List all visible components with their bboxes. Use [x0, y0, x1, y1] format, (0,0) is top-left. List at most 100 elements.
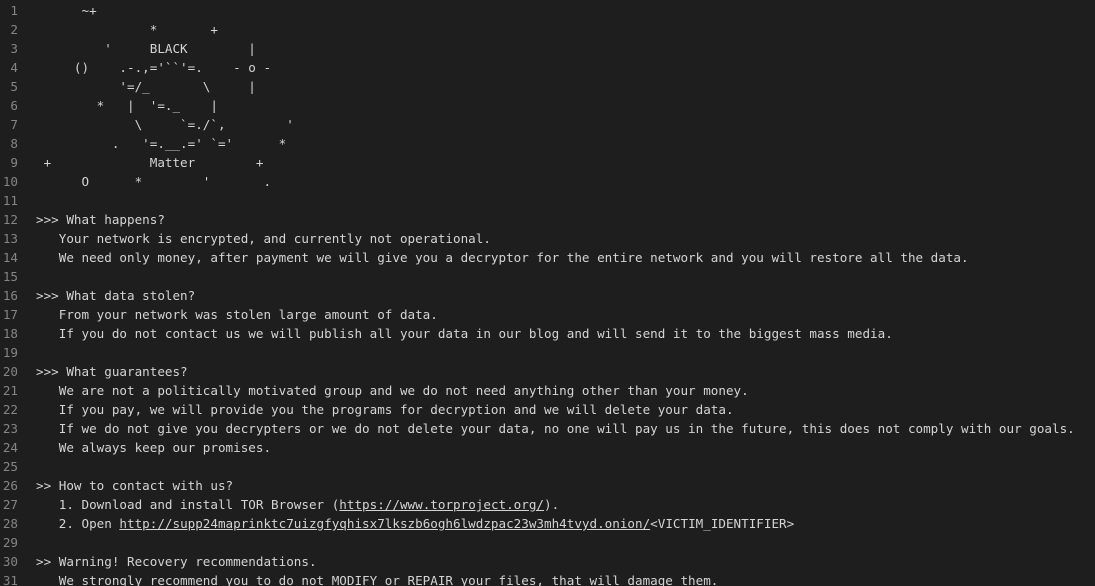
line-number: 27 — [2, 497, 18, 512]
url-link[interactable]: http://supp24maprinktc7uizgfyqhisx7lkszb… — [119, 516, 650, 531]
line-number: 2 — [10, 22, 18, 37]
editor-line: 8 . '=.__.=' `=' * — [0, 134, 1095, 153]
line-text: ' BLACK | — [36, 39, 256, 58]
line-text: * | '=._ | — [36, 96, 218, 115]
line-text: () .-.,='``'=. - o - — [36, 58, 271, 77]
line-number: 25 — [2, 459, 18, 474]
line-number: 29 — [2, 535, 18, 550]
line-number: 10 — [2, 174, 18, 189]
text-segment: We always keep our promises. — [36, 440, 272, 455]
editor-line: 16 >>> What data stolen? — [0, 286, 1095, 305]
line-number: 18 — [2, 326, 18, 341]
line-number: 21 — [2, 383, 18, 398]
editor-line: 17 From your network was stolen large am… — [0, 305, 1095, 324]
editor-line: 30 >> Warning! Recovery recommendations. — [0, 552, 1095, 571]
editor-line: 7 \ `=./`, ' — [0, 115, 1095, 134]
text-segment: >>> What data stolen? — [36, 288, 196, 303]
line-number: 11 — [2, 193, 18, 208]
editor-line: 27 1. Download and install TOR Browser (… — [0, 495, 1095, 514]
text-segment: If you do not contact us we will publish… — [36, 326, 893, 341]
line-number: 22 — [2, 402, 18, 417]
editor-line: 25 — [0, 457, 1095, 476]
line-text: If you do not contact us we will publish… — [36, 324, 893, 343]
line-text: 1. Download and install TOR Browser (htt… — [36, 495, 559, 514]
text-segment: * | '=._ | — [36, 98, 218, 113]
text-segment: ' BLACK | — [36, 41, 256, 56]
line-number: 20 — [2, 364, 18, 379]
line-text: We strongly recommend you to do not MODI… — [36, 571, 719, 586]
url-link[interactable]: https://www.torproject.org/ — [339, 497, 544, 512]
editor-line: 18 If you do not contact us we will publ… — [0, 324, 1095, 343]
text-segment: >>> What happens? — [36, 212, 165, 227]
text-segment: Your network is encrypted, and currently… — [36, 231, 491, 246]
line-number: 30 — [2, 554, 18, 569]
line-text: '=/_ \ | — [36, 77, 256, 96]
line-text: We always keep our promises. — [36, 438, 271, 457]
editor-line: 28 2. Open http://supp24maprinktc7uizgfy… — [0, 514, 1095, 533]
line-text: If we do not give you decrypters or we d… — [36, 419, 1075, 438]
editor-line: 3 ' BLACK | — [0, 39, 1095, 58]
editor-line: 13 Your network is encrypted, and curren… — [0, 229, 1095, 248]
line-text: If you pay, we will provide you the prog… — [36, 400, 734, 419]
text-segment: If you pay, we will provide you the prog… — [36, 402, 734, 417]
line-number: 14 — [2, 250, 18, 265]
editor-line: 23 If we do not give you decrypters or w… — [0, 419, 1095, 438]
text-segment: >> How to contact with us? — [36, 478, 234, 493]
text-segment: <VICTIM_IDENTIFIER> — [650, 516, 795, 531]
text-segment: We need only money, after payment we wil… — [36, 250, 969, 265]
line-text: We need only money, after payment we wil… — [36, 248, 969, 267]
line-number: 7 — [10, 117, 18, 132]
text-segment: '=/_ \ | — [36, 79, 256, 94]
line-number: 16 — [2, 288, 18, 303]
line-text: * + — [36, 20, 218, 39]
editor-line: 22 If you pay, we will provide you the p… — [0, 400, 1095, 419]
line-number: 31 — [2, 573, 18, 586]
line-number: 4 — [10, 60, 18, 75]
line-number: 26 — [2, 478, 18, 493]
editor-line: 20 >>> What guarantees? — [0, 362, 1095, 381]
line-number: 24 — [2, 440, 18, 455]
editor-line: 9 + Matter + — [0, 153, 1095, 172]
text-segment: . '=.__.=' `=' * — [36, 136, 287, 151]
text-editor[interactable]: 1 ~+ 2 * +3 ' BLACK | 4 () .-.,='``'=. - o… — [0, 0, 1095, 586]
line-text: \ `=./`, ' — [36, 115, 294, 134]
line-text: >> Warning! Recovery recommendations. — [36, 552, 317, 571]
line-number: 9 — [10, 155, 18, 170]
line-text: Your network is encrypted, and currently… — [36, 229, 491, 248]
editor-line: 31 We strongly recommend you to do not M… — [0, 571, 1095, 586]
text-segment: ~+ — [36, 3, 97, 18]
editor-line: 26 >> How to contact with us? — [0, 476, 1095, 495]
editor-line: 14 We need only money, after payment we … — [0, 248, 1095, 267]
line-number: 23 — [2, 421, 18, 436]
line-number: 17 — [2, 307, 18, 322]
editor-line: 10 O * ' . — [0, 172, 1095, 191]
line-text: O * ' . — [36, 172, 271, 191]
editor-line: 29 — [0, 533, 1095, 552]
text-segment: 1. Download and install TOR Browser ( — [36, 497, 340, 512]
text-segment: 2. Open — [36, 516, 120, 531]
line-text: >>> What data stolen? — [36, 286, 195, 305]
text-segment: We strongly recommend you to do not MODI… — [36, 573, 719, 586]
line-number: 15 — [2, 269, 18, 284]
line-text: We are not a politically motivated group… — [36, 381, 749, 400]
editor-line: 4 () .-.,='``'=. - o - — [0, 58, 1095, 77]
text-segment: We are not a politically motivated group… — [36, 383, 749, 398]
text-segment: () .-.,='``'=. - o - — [36, 60, 272, 75]
text-segment: If we do not give you decrypters or we d… — [36, 421, 1075, 436]
editor-line: 24 We always keep our promises. — [0, 438, 1095, 457]
editor-line: 15 — [0, 267, 1095, 286]
editor-line: 6 * | '=._ | — [0, 96, 1095, 115]
line-number: 5 — [10, 79, 18, 94]
line-number: 12 — [2, 212, 18, 227]
line-text: >>> What happens? — [36, 210, 165, 229]
line-number: 3 — [10, 41, 18, 56]
text-segment: From your network was stolen large amoun… — [36, 307, 438, 322]
line-text: + Matter + — [36, 153, 264, 172]
editor-line: 21 We are not a politically motivated gr… — [0, 381, 1095, 400]
text-segment: >>> What guarantees? — [36, 364, 188, 379]
text-segment: O * ' . — [36, 174, 272, 189]
line-number: 28 — [2, 516, 18, 531]
line-number: 13 — [2, 231, 18, 246]
text-segment: + Matter + — [36, 155, 264, 170]
line-text: >>> What guarantees? — [36, 362, 188, 381]
